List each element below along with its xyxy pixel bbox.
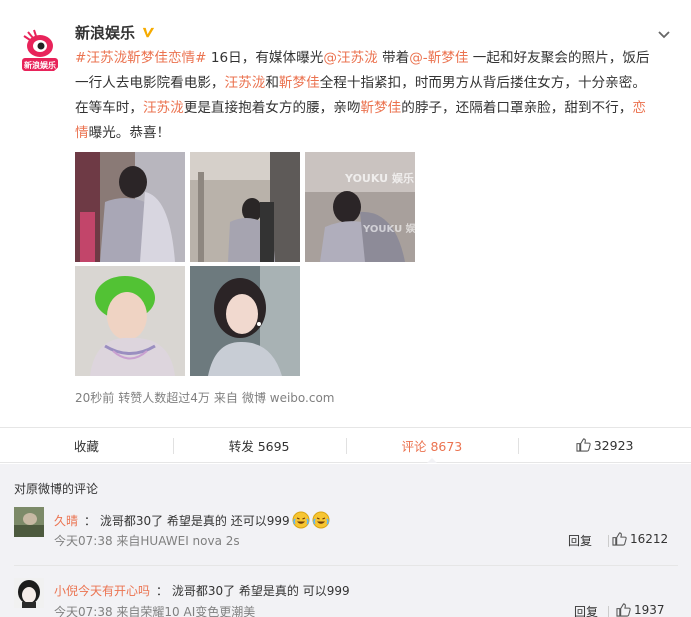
post-text-segment: 更是直接抱着女方的腰，亲吻	[183, 100, 361, 116]
post-text: #汪苏泷靳梦佳恋情# 16日，有媒体曝光@汪苏泷 带着@-靳梦佳 一起和好友聚会…	[75, 46, 655, 146]
like-button[interactable]: 32923	[518, 428, 691, 462]
thumbs-up-icon	[616, 603, 631, 617]
repost-note: 转赞人数超过4万	[118, 391, 210, 405]
comment-like-count: 16212	[630, 532, 669, 546]
verified-icon	[142, 27, 155, 38]
photo-1[interactable]	[75, 152, 185, 262]
svg-text:新浪娱乐: 新浪娱乐	[24, 60, 56, 70]
comment-content: 久晴 ： 泷哥都30了 希望是真的 还可以999	[54, 511, 330, 529]
hashtag-link[interactable]: #汪苏泷靳梦佳恋情#	[75, 50, 207, 66]
divider	[608, 535, 609, 547]
comment-item: 小倪今天有开心吗 ： 泷哥都30了 希望是真的 可以999 今天07:38 来自…	[14, 578, 678, 617]
mention-link[interactable]: @-靳梦佳	[409, 50, 468, 66]
photo-3[interactable]: YOUKU 娱乐 YOUKU 娱乐	[305, 152, 415, 262]
comment-label: 评论 8673	[401, 438, 463, 454]
commenter-avatar[interactable]	[14, 578, 44, 608]
thumbs-up-icon	[576, 438, 591, 452]
chevron-down-icon[interactable]	[655, 26, 673, 44]
like-count: 32923	[593, 437, 634, 453]
comment-like-button[interactable]: 1937	[616, 603, 665, 617]
comment-text: ： 泷哥都30了 希望是真的 还可以999	[84, 513, 290, 528]
post-text-segment: 的脖子，还隔着口罩亲脸，甜到不行，	[401, 100, 633, 116]
post-text-segment: 和	[265, 75, 279, 91]
comment-like-button[interactable]: 16212	[612, 532, 668, 546]
comment-like-count: 1937	[634, 603, 665, 617]
comment-content: 小倪今天有开心吗 ： 泷哥都30了 希望是真的 可以999	[54, 582, 350, 599]
repost-button[interactable]: 转发 5695	[172, 428, 346, 462]
keyword-link[interactable]: 靳梦佳	[279, 75, 320, 91]
comment-item: 久晴 ： 泷哥都30了 希望是真的 还可以999 今天07:38 来自HUAWE…	[14, 507, 678, 557]
author-name-row: 新浪娱乐	[75, 22, 156, 43]
favorite-button[interactable]: 收藏	[0, 428, 173, 462]
source-prefix: 来自	[213, 391, 238, 405]
sina-ent-avatar-icon: 新浪娱乐	[14, 26, 64, 76]
comment-username[interactable]: 小倪今天有开心吗	[54, 582, 150, 599]
comment-time: 今天07:38 来自HUAWEI nova 2s	[54, 534, 240, 548]
author-name[interactable]: 新浪娱乐	[75, 22, 135, 43]
laugh-cry-emoji-icon	[292, 511, 310, 529]
photo-2[interactable]	[190, 152, 300, 262]
photo-grid: YOUKU 娱乐 YOUKU 娱乐	[75, 152, 420, 376]
post-source[interactable]: 微博 weibo.com	[242, 389, 335, 406]
reply-button[interactable]: 回复	[568, 532, 592, 549]
keyword-link[interactable]: 汪苏泷	[143, 100, 184, 116]
svg-text:YOUKU 娱乐: YOUKU 娱乐	[344, 171, 414, 185]
thumbs-up-icon	[612, 532, 627, 546]
comment-divider	[14, 565, 678, 566]
photo-5[interactable]	[190, 266, 300, 376]
laugh-cry-emoji-icon	[312, 511, 330, 529]
weibo-post-card: 新浪娱乐 新浪娱乐 #汪苏泷靳梦佳恋情# 16日，有媒体曝光@汪苏泷 带着@-靳…	[0, 0, 691, 427]
comment-username[interactable]: 久晴	[54, 512, 78, 529]
comment-section: 对原微博的评论 久晴 ： 泷哥都30了 希望是真的 还可以999 今天07:38…	[0, 464, 691, 617]
post-text-segment: 带着	[377, 50, 410, 66]
reply-button[interactable]: 回复	[574, 603, 598, 617]
favorite-label: 收藏	[73, 438, 99, 454]
post-text-segment: 16日，有媒体曝光	[206, 50, 324, 66]
commenter-avatar[interactable]	[14, 507, 44, 537]
post-time[interactable]: 20秒前	[75, 389, 114, 406]
comment-button[interactable]: 评论 8673	[345, 428, 519, 462]
repost-label: 转发 5695	[228, 438, 290, 454]
author-avatar[interactable]: 新浪娱乐	[14, 26, 64, 76]
divider	[608, 606, 609, 617]
action-bar: 收藏 转发 5695 评论 8673 32923	[0, 427, 691, 463]
keyword-link[interactable]: 汪苏泷	[225, 75, 266, 91]
comment-time: 今天07:38 来自荣耀10 AI变色更潮美	[54, 605, 256, 617]
keyword-link[interactable]: 靳梦佳	[360, 100, 401, 116]
post-meta: 20秒前 转赞人数超过4万 来自 微博 weibo.com	[75, 389, 334, 406]
comment-section-title: 对原微博的评论	[14, 482, 99, 496]
mention-link[interactable]: @汪苏泷	[323, 50, 377, 66]
comment-text: ： 泷哥都30了 希望是真的 可以999	[156, 584, 350, 598]
photo-4[interactable]	[75, 266, 185, 376]
post-text-segment: 曝光。恭喜！	[88, 125, 171, 141]
svg-text:YOUKU 娱乐: YOUKU 娱乐	[362, 222, 415, 235]
